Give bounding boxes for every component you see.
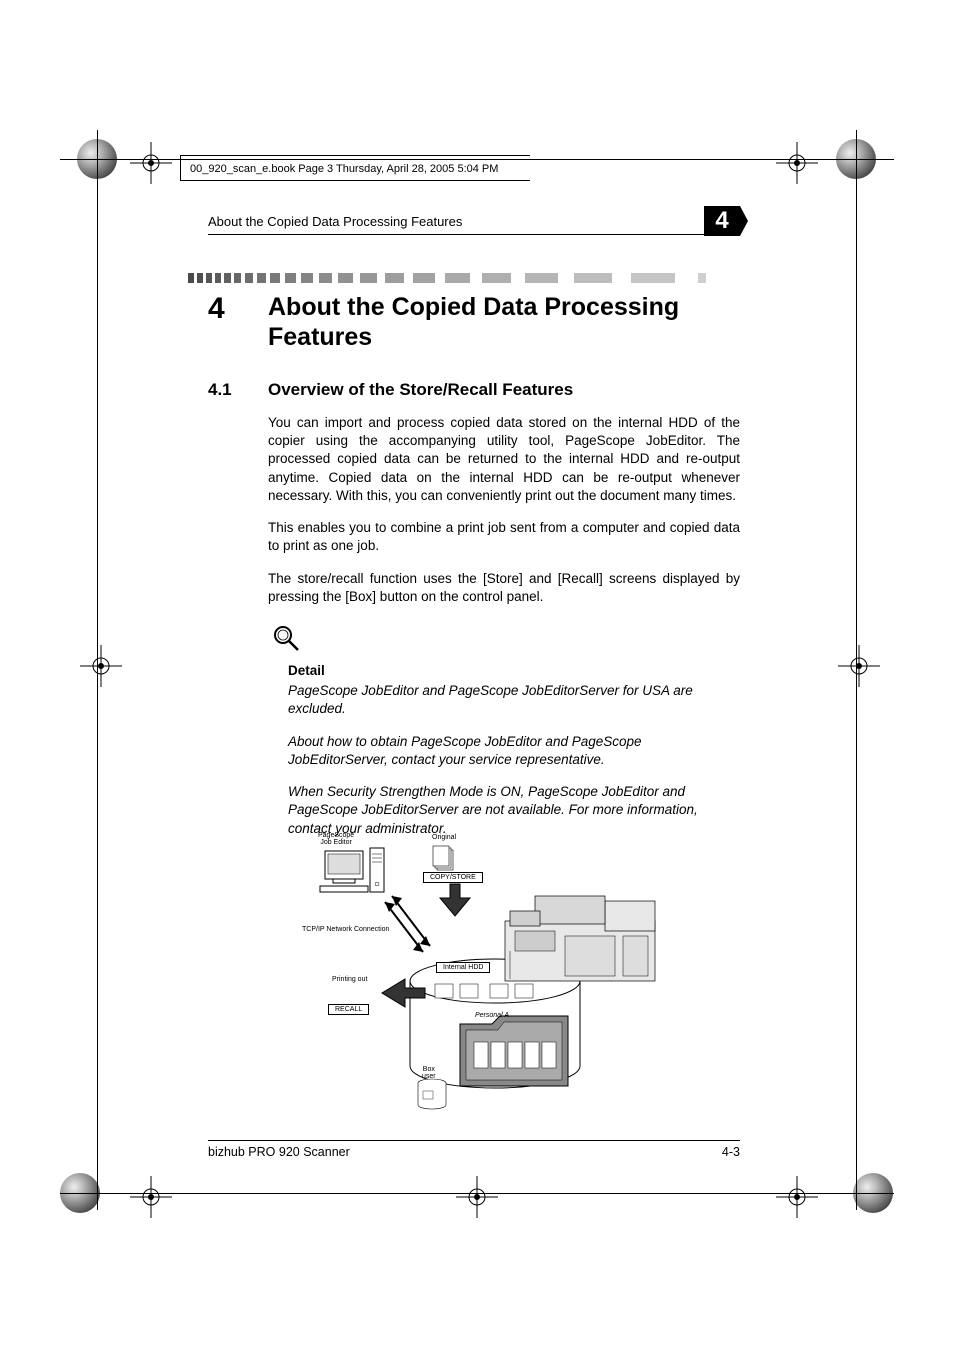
- detail-text: PageScope JobEditor and PageScope JobEdi…: [288, 682, 740, 718]
- page-footer: bizhub PRO 920 Scanner 4-3: [208, 1140, 740, 1159]
- detail-text: When Security Strengthen Mode is ON, Pag…: [288, 783, 740, 838]
- bookinfo-rule: [180, 155, 181, 180]
- bookinfo-rule: [180, 155, 530, 156]
- bookinfo-rule: [180, 180, 530, 181]
- registration-mark: [838, 645, 880, 687]
- section-number: 4.1: [208, 380, 268, 400]
- registration-mark: [776, 1176, 818, 1218]
- detail-heading: Detail: [288, 662, 740, 680]
- registration-mark: [456, 1176, 498, 1218]
- diagram-label-internalhdd: Internal HDD: [436, 962, 490, 973]
- chapter-badge: 4: [704, 206, 740, 236]
- diagram-label-original: Original: [432, 834, 456, 841]
- chapter-heading: 4 About the Copied Data Processing Featu…: [208, 292, 740, 352]
- section-title: Overview of the Store/Recall Features: [268, 380, 573, 400]
- book-info-line: 00_920_scan_e.book Page 3 Thursday, Apri…: [190, 163, 498, 175]
- detail-block: Detail PageScope JobEditor and PageScope…: [288, 662, 740, 838]
- registration-mark: [130, 142, 172, 184]
- workflow-diagram: PageScope Job Editor Original COPY/STORE…: [310, 836, 680, 1126]
- diagram-label-recall: RECALL: [328, 1004, 369, 1015]
- body-paragraph: You can import and process copied data s…: [268, 414, 740, 505]
- detail-text: About how to obtain PageScope JobEditor …: [288, 733, 740, 769]
- footer-page-number: 4-3: [722, 1145, 740, 1159]
- content-area: 4 About the Copied Data Processing Featu…: [208, 288, 740, 838]
- diagram-label-boxuser: Box user: [422, 1066, 436, 1080]
- chapter-badge-number: 4: [715, 207, 728, 234]
- crop-line: [60, 159, 894, 160]
- header-rule: [208, 234, 740, 235]
- diagram-label-personal: Personal A: [475, 1012, 509, 1019]
- page: 00_920_scan_e.book Page 3 Thursday, Apri…: [0, 0, 954, 1351]
- registration-mark: [80, 645, 122, 687]
- footer-product: bizhub PRO 920 Scanner: [208, 1145, 350, 1159]
- section-heading: 4.1 Overview of the Store/Recall Feature…: [208, 380, 740, 400]
- diagram-label-tcpip: TCP/IP Network Connection: [302, 926, 389, 933]
- body-paragraph: This enables you to combine a print job …: [268, 519, 740, 555]
- chapter-number: 4: [208, 292, 268, 325]
- diagram-label-copystore: COPY/STORE: [423, 872, 483, 883]
- diagram-label-printing: Printing out: [332, 976, 367, 983]
- body-paragraph: The store/recall function uses the [Stor…: [268, 570, 740, 606]
- magnifier-icon: [272, 624, 300, 652]
- diagram-label-pagescope: PageScope Job Editor: [318, 832, 354, 846]
- registration-mark: [130, 1176, 172, 1218]
- running-header: About the Copied Data Processing Feature…: [208, 214, 462, 229]
- registration-mark: [776, 142, 818, 184]
- chapter-title: About the Copied Data Processing Feature…: [268, 292, 740, 352]
- gradient-bar: [188, 273, 740, 283]
